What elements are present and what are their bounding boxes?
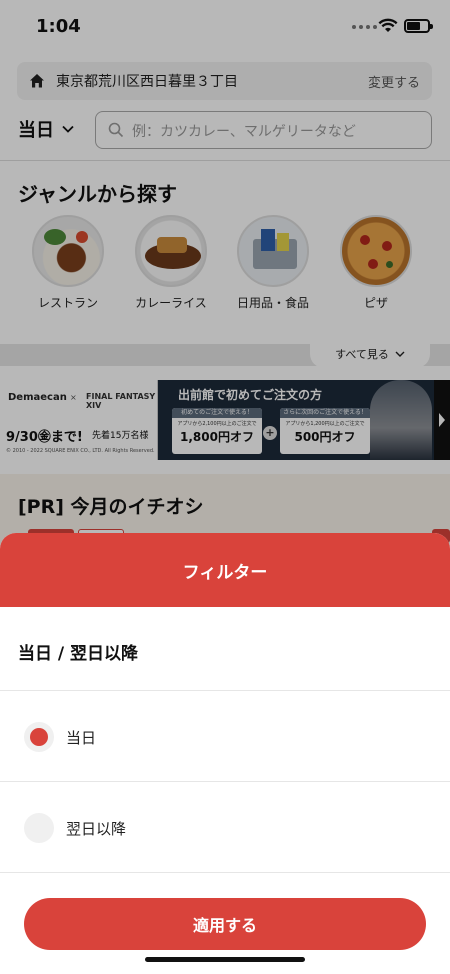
divider [0, 781, 450, 782]
divider [0, 872, 450, 873]
filter-sheet-title: フィルター [182, 562, 268, 583]
filter-sheet-header: フィルター [0, 533, 450, 607]
divider [0, 690, 450, 691]
option-same-day[interactable]: 当日 [0, 707, 450, 767]
option-label: 当日 [66, 728, 97, 747]
home-indicator [145, 957, 305, 962]
radio-selected-icon[interactable] [24, 722, 54, 752]
apply-button-label: 適用する [192, 916, 257, 935]
option-next-day-onward[interactable]: 翌日以降 [0, 798, 450, 858]
filter-section-title: 当日 / 翌日以降 [18, 644, 139, 664]
apply-button[interactable]: 適用する [24, 898, 426, 950]
option-label: 翌日以降 [66, 819, 127, 838]
filter-sheet: フィルター 当日 / 翌日以降 当日 翌日以降 適用する [0, 533, 450, 974]
radio-unselected-icon[interactable] [24, 813, 54, 843]
